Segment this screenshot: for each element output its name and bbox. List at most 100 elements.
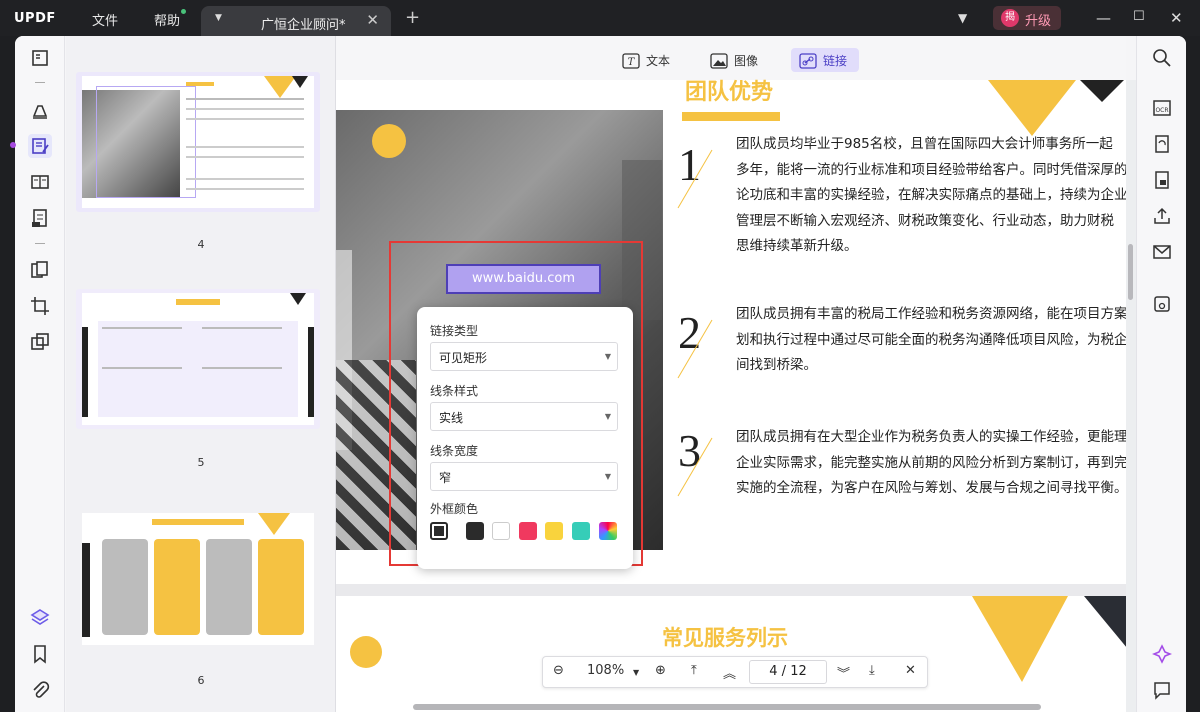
dropdown-arrow-icon: ▼ [604,412,611,421]
select-value: 窄 [439,471,452,485]
color-swatch-red[interactable] [519,522,537,540]
email-icon[interactable] [1152,242,1172,262]
link-properties-popup: 链接类型 可见矩形 ▼ 线条样式 实线 ▼ 线条宽度 窄 ▼ 外框颜色 [417,307,633,569]
close-nav-icon[interactable]: ✕ [905,663,916,678]
upgrade-button[interactable]: 揭 升级 [993,6,1061,30]
tab-dropdown-icon[interactable]: ▼ [215,13,222,23]
tab-label: 链接 [823,54,848,68]
ai-assistant-icon[interactable] [1151,644,1173,664]
text-icon: T [622,53,640,69]
ocr-icon[interactable]: OCR [1152,98,1172,118]
chevron-down-icon[interactable]: ▼ [958,11,967,25]
menu-file[interactable]: 文件 [92,10,118,29]
pdf-page-5: 常见服务列示 [336,596,1126,712]
border-color-label: 外框颜色 [430,502,479,516]
right-toolbar: OCR [1136,36,1186,712]
line-style-label: 线条样式 [430,384,479,398]
tab-label: 文本 [646,54,671,68]
comment-highlighter-icon[interactable] [28,98,52,122]
tab-image[interactable]: 图像 [702,48,766,72]
share-icon[interactable] [1152,206,1172,226]
color-picker-icon[interactable] [599,522,617,540]
horizontal-scrollbar[interactable] [413,704,1041,710]
paragraph: 团队成员拥有丰富的税局工作经验和税务资源网络，能在项目方案 划和执行过程中通过尽… [736,306,1126,373]
save-icon[interactable] [1152,294,1172,314]
line-width-label: 线条宽度 [430,444,479,458]
maximize-icon[interactable]: ☐ [1133,9,1145,24]
page-heading: 常见服务列示 [662,626,788,650]
main-workspace: 4 5 6 T 文本 图像 链接 团队优势 1 2 3 团队成员均毕业于985名… [15,36,1186,712]
tab-title: 广恒企业顾问* [261,18,346,33]
page-navigation-bar: ⊖ 108% ▼ ⊕ ⤒ ︽ 4 / 12 ︾ ⤓ ✕ [542,656,928,688]
zoom-in-icon[interactable]: ⊕ [655,663,666,678]
form-icon[interactable] [28,206,52,230]
svg-text:OCR: OCR [1155,107,1168,114]
upgrade-label: 升级 [1025,14,1052,29]
link-icon [799,53,817,69]
tab-text[interactable]: T 文本 [614,48,678,72]
zoom-out-icon[interactable]: ⊖ [553,663,564,678]
scrollbar-thumb[interactable] [1128,244,1133,300]
link-type-label: 链接类型 [430,324,479,338]
layers-icon[interactable] [28,606,52,630]
color-swatch-black[interactable] [466,522,484,540]
current-page: 4 [769,664,778,679]
document-tab[interactable]: ▼ 广恒企业顾问* ✕ [201,6,391,36]
decor-triangles [988,80,1124,136]
total-pages: 12 [790,664,807,679]
decor-slashes [677,149,713,497]
convert-icon[interactable] [1152,134,1172,154]
previous-page-icon[interactable]: ︽ [723,663,736,682]
decor-triangles [972,596,1126,682]
thumbnail-page-5[interactable] [76,289,320,429]
close-tab-icon[interactable]: ✕ [366,11,379,29]
color-swatch-yellow[interactable] [545,522,563,540]
thumbnail-image [82,76,314,208]
svg-text:T: T [628,57,636,68]
menu-help[interactable]: 帮助 [154,10,180,29]
heading-underline [682,112,780,121]
zoom-dropdown-icon[interactable]: ▼ [633,668,639,677]
thumbnail-page-4[interactable] [76,72,320,212]
panel-indicator-dot [10,142,16,148]
search-icon[interactable] [1152,48,1172,68]
tab-label: 图像 [734,54,759,68]
protect-icon[interactable] [1152,170,1172,190]
tab-link[interactable]: 链接 [791,48,859,72]
crop-icon[interactable] [28,294,52,318]
paragraph: 团队成员拥有在大型企业作为税务负责人的实操工作经验，更能理 企业实际需求，能完整… [736,429,1126,496]
thumbnail-page-number: 4 [197,238,205,251]
edit-pdf-icon[interactable] [28,134,52,158]
page-organize-icon[interactable] [28,170,52,194]
divider [35,243,45,244]
bookmark-icon[interactable] [28,642,52,666]
thumbnail-page-6[interactable] [76,509,320,649]
attachment-icon[interactable] [28,678,52,702]
comment-icon[interactable] [1152,680,1172,700]
organize-pages-icon[interactable] [28,258,52,282]
line-style-select[interactable]: 实线 ▼ [430,402,618,431]
color-swatch-white[interactable] [492,522,510,540]
link-label[interactable]: www.baidu.com [446,264,601,294]
close-window-icon[interactable]: ✕ [1170,9,1183,27]
paragraph: 团队成员均毕业于985名校，且曾在国际四大会计师事务所一起 多年，能将一流的行业… [736,136,1126,254]
next-page-icon[interactable]: ︾ [837,663,850,682]
zoom-level[interactable]: 108% [587,663,624,678]
dropdown-arrow-icon: ▼ [604,472,611,481]
vertical-scrollbar[interactable] [1126,80,1136,712]
color-swatch-teal[interactable] [572,522,590,540]
select-value: 可见矩形 [439,351,488,365]
new-tab-button[interactable]: + [405,7,420,28]
title-bar: UPDF 文件 帮助 ▼ 广恒企业顾问* ✕ + ▼ 揭 升级 — ☐ ✕ [0,0,1200,36]
thumbnail-image [82,513,314,645]
page-number-input[interactable]: 4 / 12 [749,660,827,684]
color-swatch-selected[interactable] [430,522,448,540]
link-type-select[interactable]: 可见矩形 ▼ [430,342,618,371]
minimize-icon[interactable]: — [1096,9,1111,27]
reader-icon[interactable] [28,46,52,70]
last-page-icon[interactable]: ⤓ [869,663,875,678]
layers-compare-icon[interactable] [28,330,52,354]
image-icon [710,53,728,69]
first-page-icon[interactable]: ⤒ [691,663,697,678]
line-width-select[interactable]: 窄 ▼ [430,462,618,491]
